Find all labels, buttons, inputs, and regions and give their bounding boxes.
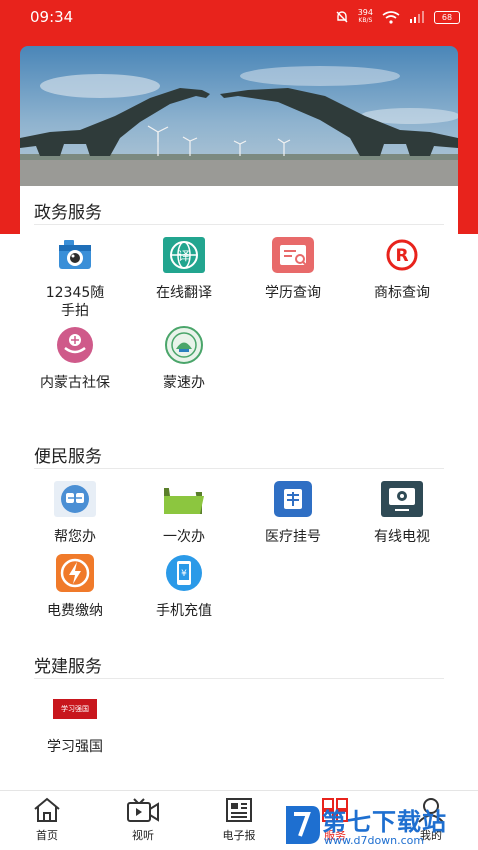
section-divider — [34, 468, 444, 469]
service-item-xuexi[interactable]: 学习强国 学习强国 — [25, 690, 125, 756]
service-item-social-security[interactable]: 内蒙古社保 — [25, 326, 125, 392]
service-item-12345[interactable]: 12345随手拍 — [25, 236, 125, 320]
do-not-disturb-icon — [336, 11, 348, 23]
svg-text:¥: ¥ — [181, 569, 187, 579]
service-item-mengsuban[interactable]: 蒙速办 — [134, 326, 234, 392]
xuexi-icon: 学习强国 — [53, 690, 97, 728]
section-divider — [34, 678, 444, 679]
home-icon — [34, 797, 60, 822]
xuexi-logo: 学习强国 — [53, 699, 97, 719]
service-item-label: 学习强国 — [47, 739, 103, 755]
service-item-label: 12345随手拍 — [45, 285, 105, 319]
watermark-logo-icon — [286, 806, 320, 844]
folder-icon — [162, 480, 206, 518]
newspaper-icon — [226, 798, 252, 822]
service-item-label: 内蒙古社保 — [40, 375, 110, 391]
service-item-degree-query[interactable]: 学历查询 — [243, 236, 343, 302]
battery-icon: 68 — [434, 10, 460, 24]
status-bar: 09:34 394 KB/S 68 — [0, 0, 478, 34]
electricity-icon — [53, 554, 97, 592]
service-item-one-time[interactable]: 一次办 — [134, 480, 234, 546]
service-item-label: 蒙速办 — [163, 375, 205, 391]
translate-icon: 译 — [162, 236, 206, 274]
phone-recharge-icon: ¥ — [162, 554, 206, 592]
help-handle-icon — [53, 480, 97, 518]
medical-register-icon — [271, 480, 315, 518]
trademark-icon: R — [380, 236, 424, 274]
section-title-gov: 政务服务 — [34, 203, 102, 223]
service-item-cable-tv[interactable]: 有线电视 — [352, 480, 452, 546]
tv-icon — [380, 480, 424, 518]
camera-icon — [53, 236, 97, 274]
tab-label: 电子报 — [222, 829, 256, 842]
watermark: 第七下载站 www.d7down.com — [282, 798, 478, 850]
section-title-people: 便民服务 — [34, 447, 102, 467]
service-item-label: 帮您办 — [54, 529, 96, 545]
service-item-translate[interactable]: 译 在线翻译 — [134, 236, 234, 302]
service-item-label: 电费缴纳 — [47, 603, 103, 619]
status-time: 09:34 — [30, 8, 74, 26]
service-item-label: 学历查询 — [265, 285, 321, 301]
section-divider — [34, 224, 444, 225]
svg-text:R: R — [395, 246, 408, 266]
wifi-icon — [382, 10, 400, 24]
service-item-electricity[interactable]: 电费缴纳 — [25, 554, 125, 620]
service-item-label: 有线电视 — [374, 529, 430, 545]
tab-label: 视听 — [132, 829, 154, 842]
section-title-party: 党建服务 — [34, 657, 102, 677]
watermark-url: www.d7down.com — [324, 834, 425, 847]
service-item-label: 手机充值 — [156, 603, 212, 619]
video-icon — [127, 798, 159, 822]
tab-video[interactable]: 视听 — [108, 797, 178, 843]
svg-text:译: 译 — [178, 249, 190, 263]
network-speed-unit: KB/S — [358, 17, 373, 24]
network-speed: 394 KB/S — [358, 9, 373, 25]
banner-image[interactable] — [20, 46, 458, 186]
service-item-label: 一次办 — [163, 529, 205, 545]
service-item-medical[interactable]: 医疗挂号 — [243, 480, 343, 546]
tab-newspaper[interactable]: 电子报 — [204, 797, 274, 843]
service-item-trademark[interactable]: R 商标查询 — [352, 236, 452, 302]
social-security-icon — [53, 326, 97, 364]
service-item-label: 医疗挂号 — [265, 529, 321, 545]
battery-level: 68 — [441, 12, 453, 22]
service-item-label: 商标查询 — [374, 285, 430, 301]
status-icons: 394 KB/S 68 — [335, 9, 460, 25]
network-speed-value: 394 — [357, 8, 373, 17]
tab-label: 首页 — [36, 829, 58, 842]
degree-query-icon — [271, 236, 315, 274]
watermark-title: 第七下载站 — [322, 808, 447, 836]
service-item-help-handle[interactable]: 帮您办 — [25, 480, 125, 546]
tab-home[interactable]: 首页 — [12, 797, 82, 843]
service-item-phone-recharge[interactable]: ¥ 手机充值 — [134, 554, 234, 620]
signal-icon — [410, 10, 424, 23]
service-item-label: 在线翻译 — [156, 285, 212, 301]
banner-photo — [20, 46, 458, 186]
mengsuban-icon — [162, 326, 206, 364]
